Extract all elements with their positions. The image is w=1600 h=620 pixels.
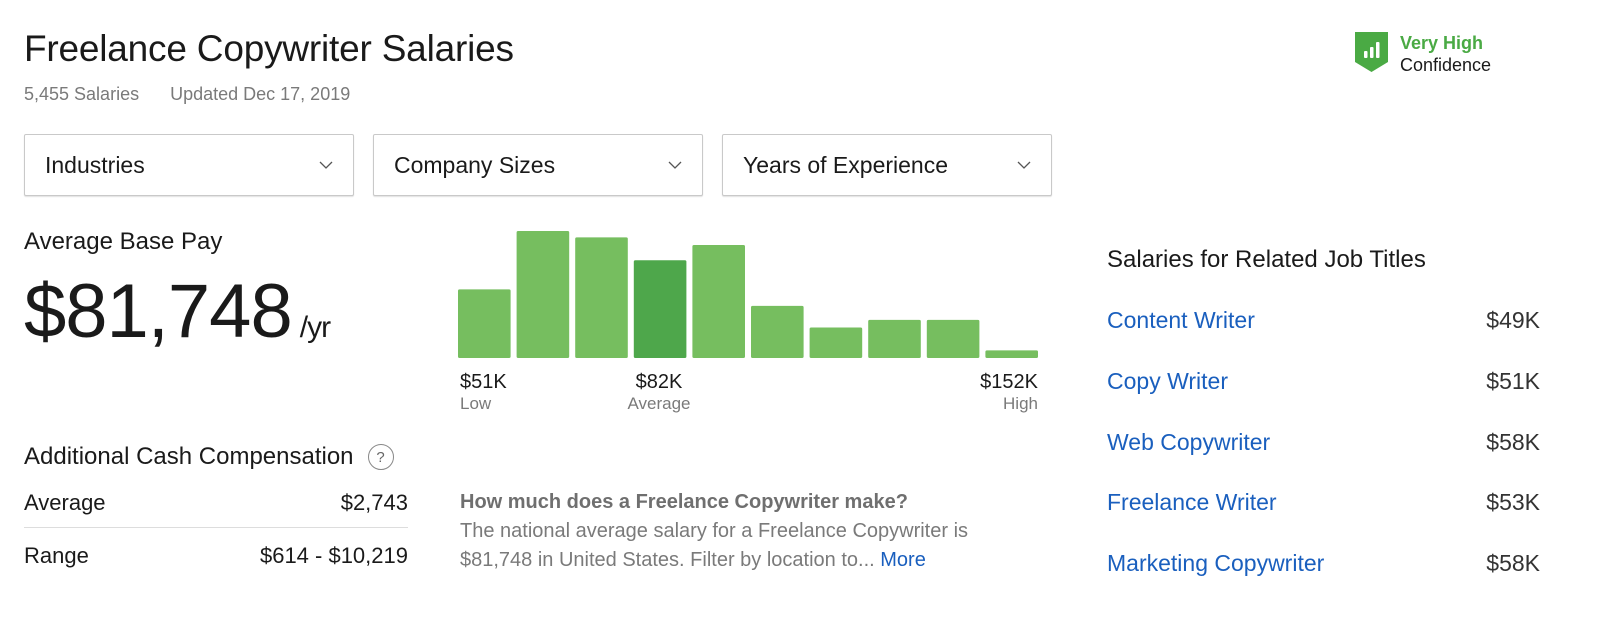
shield-bar-chart-icon (1355, 32, 1388, 72)
average-base-pay: $81,748/yr (24, 268, 331, 355)
faq-question: How much does a Freelance Copywriter mak… (460, 491, 908, 513)
page-title: Freelance Copywriter Salaries (24, 28, 514, 69)
confidence-badge: Very High Confidence (1355, 32, 1491, 76)
company-sizes-dropdown[interactable]: Company Sizes (373, 134, 703, 196)
related-salary: $58K (1486, 429, 1540, 455)
low-label: Low (460, 394, 492, 413)
dropdown-label: Years of Experience (743, 151, 949, 178)
row-label: Average (24, 490, 106, 515)
additional-cash-compensation-label: Additional Cash Compensation ? (24, 443, 394, 471)
histogram-bar (809, 327, 863, 358)
high-label: High (1003, 394, 1038, 413)
salary-histogram (458, 231, 1038, 358)
related-salary: $53K (1486, 489, 1540, 515)
faq-answer: The national average salary for a Freela… (460, 517, 1040, 575)
chevron-down-icon (319, 161, 333, 169)
histogram-bar (458, 289, 511, 358)
confidence-level: Very High (1400, 33, 1484, 53)
industries-dropdown[interactable]: Industries (24, 134, 354, 196)
histogram-bar (575, 237, 628, 358)
row-value: $2,743 (340, 490, 408, 515)
related-job-link[interactable]: Freelance Writer (1107, 489, 1277, 516)
salary-faq: How much does a Freelance Copywriter mak… (460, 488, 1040, 575)
related-item: Content Writer $49K (1107, 307, 1540, 334)
average-base-pay-label: Average Base Pay (24, 228, 223, 255)
average-label: Average (627, 394, 691, 413)
related-job-link[interactable]: Web Copywriter (1107, 429, 1270, 456)
histogram-bar (868, 319, 921, 358)
related-salary: $58K (1486, 550, 1540, 576)
average-base-pay-value: $81,748 (24, 269, 293, 354)
related-job-link[interactable]: Marketing Copywriter (1107, 550, 1324, 577)
chevron-down-icon (668, 161, 682, 169)
additional-cash-title: Additional Cash Compensation (24, 443, 354, 470)
more-link[interactable]: More (880, 549, 926, 571)
page-meta: 5,455 Salaries Updated Dec 17, 2019 (24, 84, 350, 105)
histogram-bar (692, 244, 745, 358)
confidence-label: Confidence (1400, 55, 1492, 75)
histogram-bar (926, 319, 980, 358)
related-salary: $49K (1486, 307, 1540, 333)
dropdown-label: Company Sizes (394, 151, 556, 178)
high-value: $152K (980, 371, 1038, 393)
pay-unit: /yr (299, 311, 331, 344)
dropdown-label: Industries (45, 151, 145, 178)
low-marker: $51K Low (460, 371, 507, 414)
related-titles-heading: Salaries for Related Job Titles (1107, 246, 1426, 273)
histogram-bar (985, 350, 1038, 358)
related-item: Freelance Writer $53K (1107, 489, 1540, 516)
high-marker: $152K High (958, 371, 1038, 414)
question-circle-icon[interactable]: ? (367, 444, 394, 470)
low-value: $51K (460, 371, 507, 393)
related-item: Copy Writer $51K (1107, 368, 1540, 395)
row-label: Range (24, 543, 89, 568)
additional-cash-average-row: Average $2,743 (24, 490, 408, 528)
chevron-down-icon (1017, 161, 1031, 169)
related-salary: $51K (1486, 368, 1540, 394)
related-job-link[interactable]: Copy Writer (1107, 368, 1228, 395)
years-of-experience-dropdown[interactable]: Years of Experience (722, 134, 1052, 196)
related-job-link[interactable]: Content Writer (1107, 307, 1255, 334)
average-value: $82K (635, 371, 683, 393)
histogram-bar (751, 305, 804, 358)
updated-date: Updated Dec 17, 2019 (170, 84, 351, 104)
row-value: $614 - $10,219 (259, 543, 408, 568)
additional-cash-range-row: Range $614 - $10,219 (24, 543, 408, 569)
average-marker: $82K Average (624, 371, 694, 414)
salary-count: 5,455 Salaries (24, 84, 140, 104)
related-item: Web Copywriter $58K (1107, 429, 1540, 456)
histogram-bar-average (633, 260, 687, 358)
related-item: Marketing Copywriter $58K (1107, 550, 1540, 577)
histogram-bar (516, 231, 570, 358)
